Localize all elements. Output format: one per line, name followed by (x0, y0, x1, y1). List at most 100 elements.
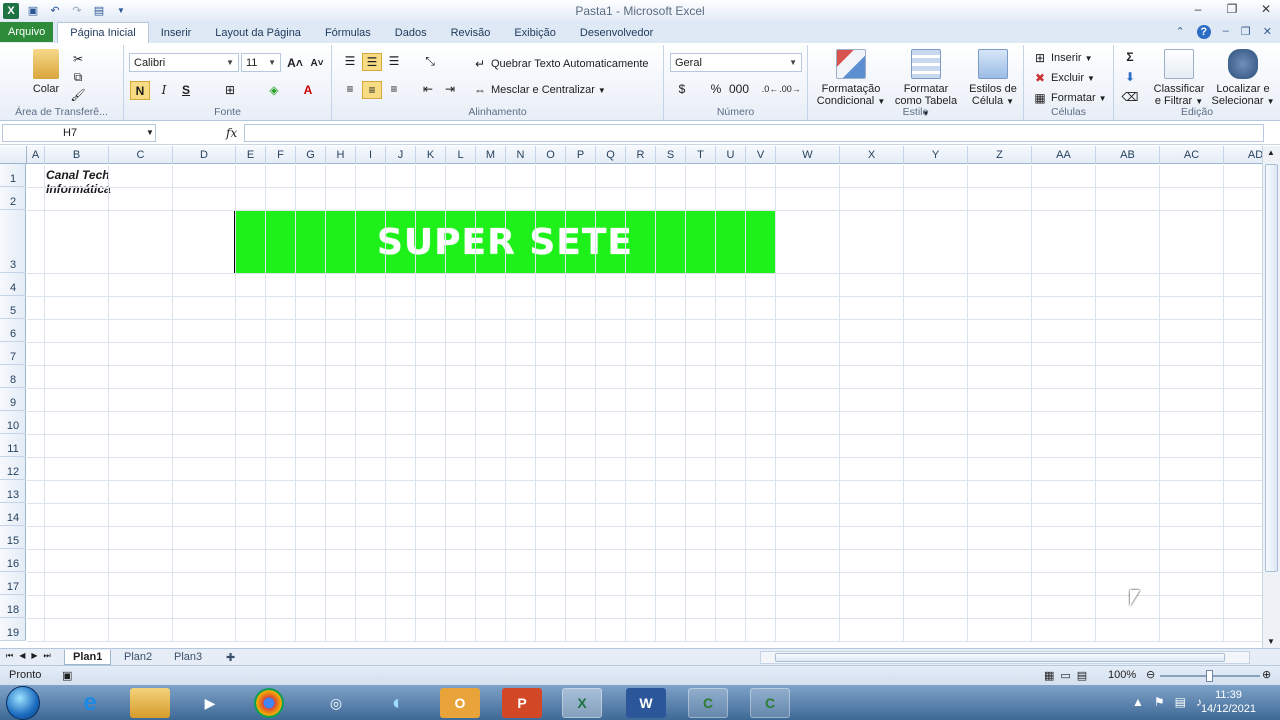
shrink-font-icon[interactable]: A˅ (309, 55, 325, 71)
start-button-icon[interactable] (6, 686, 40, 720)
column-header-z[interactable]: Z (968, 146, 1032, 164)
cell-styles-button[interactable]: Estilos de Célula ▼ (964, 49, 1022, 108)
column-header-n[interactable]: N (506, 146, 536, 164)
decrease-decimal-icon[interactable]: .00→ (779, 81, 801, 97)
vertical-scrollbar[interactable]: ▲ ▼ (1262, 146, 1280, 648)
select-all-corner[interactable] (0, 146, 27, 164)
conditional-format-button[interactable]: Formatação Condicional ▼ (814, 49, 888, 108)
column-header-ac[interactable]: AC (1160, 146, 1224, 164)
column-header-w[interactable]: W (776, 146, 840, 164)
column-header-k[interactable]: K (416, 146, 446, 164)
tray-network-icon[interactable]: ▤ (1175, 695, 1186, 709)
increase-indent-icon[interactable]: ⇥ (442, 81, 458, 97)
tray-security-icon[interactable]: ⚑ (1154, 695, 1165, 709)
orientation-icon[interactable]: ⤡ (422, 53, 438, 69)
customize-toolbar-icon[interactable]: ▼ (113, 3, 129, 19)
column-header-ab[interactable]: AB (1096, 146, 1160, 164)
row-header-6[interactable]: 6 (0, 319, 26, 342)
font-size-combo[interactable]: 11 ▼ (241, 53, 281, 72)
column-header-t[interactable]: T (686, 146, 716, 164)
decrease-indent-icon[interactable]: ⇤ (420, 81, 436, 97)
row-header-5[interactable]: 5 (0, 296, 26, 319)
column-header-aa[interactable]: AA (1032, 146, 1096, 164)
excel-logo-icon[interactable]: X (3, 2, 19, 19)
zoom-level[interactable]: 100% (1108, 669, 1136, 681)
tab-review[interactable]: Revisão (439, 22, 503, 43)
thunderbird-icon[interactable]: ◐ (378, 688, 418, 718)
powerpoint-icon[interactable]: P (502, 688, 542, 718)
column-header-v[interactable]: V (746, 146, 776, 164)
sheet-tab-plan3[interactable]: Plan3 (166, 650, 210, 665)
align-top-icon[interactable]: ☰ (342, 53, 358, 69)
column-header-b[interactable]: B (45, 146, 109, 164)
print-preview-icon[interactable]: ▤ (91, 3, 107, 19)
tab-page-layout[interactable]: Layout da Página (203, 22, 313, 43)
doc-minimize-icon[interactable]: – (1223, 25, 1229, 39)
fill-icon[interactable]: ⬇ (1122, 69, 1138, 85)
tab-insert[interactable]: Inserir (149, 22, 204, 43)
tab-view[interactable]: Exibição (502, 22, 568, 43)
undo-icon[interactable]: ↶ (47, 3, 63, 19)
row-header-15[interactable]: 15 (0, 526, 26, 549)
percent-button[interactable]: % (708, 81, 724, 97)
autosum-icon[interactable]: Σ (1122, 49, 1138, 65)
format-cells-button[interactable]: ▦ Formatar ▼ (1032, 90, 1106, 106)
column-header-p[interactable]: P (566, 146, 596, 164)
column-header-s[interactable]: S (656, 146, 686, 164)
column-header-q[interactable]: Q (596, 146, 626, 164)
minimize-icon[interactable]: – (1190, 1, 1206, 17)
format-painter-icon[interactable]: 🖌 (70, 87, 86, 103)
media-player-icon[interactable]: ▶ (190, 688, 230, 718)
row-header-7[interactable]: 7 (0, 342, 26, 365)
row-header-1[interactable]: 1 (0, 164, 26, 187)
paste-button[interactable]: Colar (28, 49, 64, 95)
align-center-icon[interactable]: ≡ (362, 81, 382, 99)
wrap-text-button[interactable]: ↵ Quebrar Texto Automaticamente (472, 56, 649, 72)
tray-expand-icon[interactable]: ▲ (1132, 695, 1144, 709)
clear-icon[interactable]: ⌫ (1122, 89, 1139, 105)
row-header-12[interactable]: 12 (0, 457, 26, 480)
doc-close-icon[interactable]: ✕ (1263, 25, 1272, 39)
outlook-icon[interactable]: O (440, 688, 480, 718)
column-header-h[interactable]: H (326, 146, 356, 164)
minimize-ribbon-icon[interactable]: ⌃ (1176, 25, 1185, 39)
increase-decimal-icon[interactable]: .0← (762, 81, 779, 97)
doc-restore-icon[interactable]: ❐ (1241, 25, 1251, 39)
number-format-combo[interactable]: Geral ▼ (670, 53, 802, 72)
tab-home[interactable]: Página Inicial (57, 22, 149, 43)
column-header-r[interactable]: R (626, 146, 656, 164)
bold-button[interactable]: N (130, 81, 150, 100)
vertical-scroll-thumb[interactable] (1265, 164, 1278, 572)
thousands-button[interactable]: 000 (728, 81, 750, 97)
font-color-icon[interactable]: A (300, 82, 316, 98)
row-header-14[interactable]: 14 (0, 503, 26, 526)
row-header-2[interactable]: 2 (0, 187, 26, 210)
column-header-g[interactable]: G (296, 146, 326, 164)
column-header-m[interactable]: M (476, 146, 506, 164)
tab-developer[interactable]: Desenvolvedor (568, 22, 665, 43)
excel-taskbar-icon[interactable]: X (562, 688, 602, 718)
copy-icon[interactable]: ⧉ (70, 69, 86, 85)
tab-file[interactable]: Arquivo (0, 22, 54, 42)
zoom-out-icon[interactable]: ⊖ (1146, 668, 1155, 681)
find-select-button[interactable]: Localizar e Selecionar ▼ (1210, 49, 1276, 108)
row-header-9[interactable]: 9 (0, 388, 26, 411)
scroll-down-icon[interactable]: ▼ (1267, 637, 1275, 646)
insert-function-icon[interactable]: fx (226, 126, 237, 140)
row-header-19[interactable]: 19 (0, 618, 26, 641)
internet-explorer-icon[interactable]: e (70, 688, 110, 718)
fill-color-icon[interactable]: ◈ (266, 82, 282, 98)
column-header-y[interactable]: Y (904, 146, 968, 164)
column-header-x[interactable]: X (840, 146, 904, 164)
sheet-tab-plan2[interactable]: Plan2 (116, 650, 160, 665)
align-middle-icon[interactable]: ☰ (362, 53, 382, 71)
view-buttons-icon[interactable]: ▦▭▤ (1044, 669, 1093, 682)
camtasia-recorder-icon[interactable]: C (750, 688, 790, 718)
row-header-10[interactable]: 10 (0, 411, 26, 434)
grow-font-icon[interactable]: A˄ (287, 55, 303, 71)
currency-icon[interactable]: $ (674, 81, 690, 97)
sheet-nav-icon[interactable]: ⏮◀▶⏭ (6, 651, 57, 661)
row-header-4[interactable]: 4 (0, 273, 26, 296)
align-right-icon[interactable]: ≡ (386, 81, 402, 97)
cut-icon[interactable]: ✂ (70, 51, 86, 67)
